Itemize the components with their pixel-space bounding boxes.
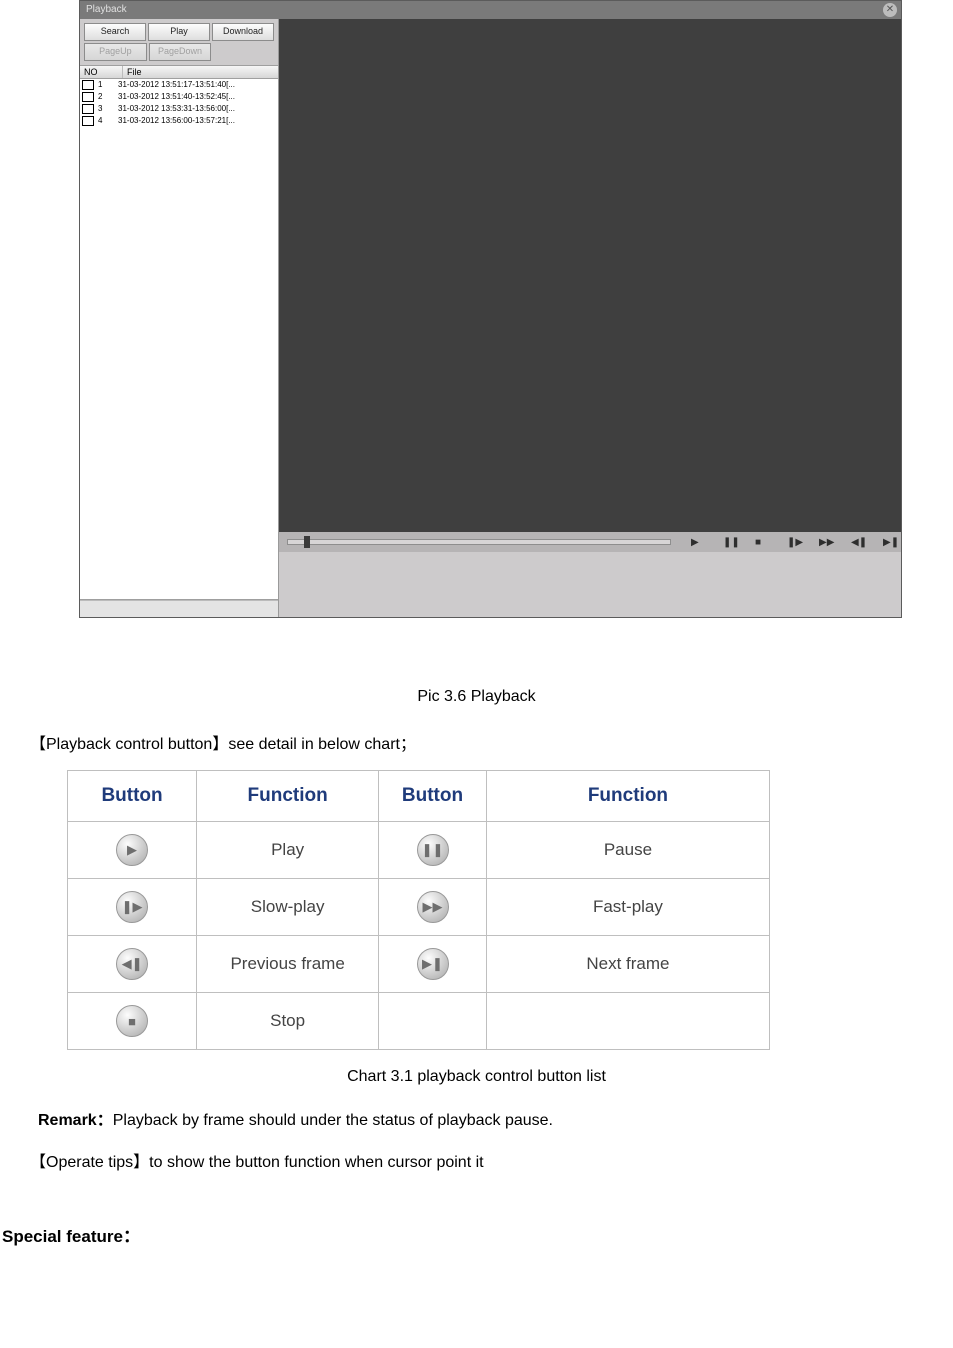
- th-function: Function: [486, 771, 769, 822]
- th-button: Button: [68, 771, 197, 822]
- row-file: 31-03-2012 13:51:17-13:51:40[...: [118, 79, 278, 91]
- file-list-header: NO File: [80, 65, 278, 79]
- row-no: 2: [96, 91, 118, 103]
- pause-icon: ❚❚: [417, 834, 449, 866]
- table-row: ▶ Play ❚❚ Pause: [68, 822, 770, 879]
- func-cell: Stop: [197, 993, 379, 1050]
- checkbox-icon[interactable]: [82, 116, 94, 126]
- col-file: File: [123, 66, 278, 78]
- section-label: 【Playback control button】see detail in b…: [30, 730, 923, 754]
- empty-cell: [486, 993, 769, 1050]
- row-no: 3: [96, 103, 118, 115]
- func-cell: Previous frame: [197, 936, 379, 993]
- checkbox-icon[interactable]: [82, 92, 94, 102]
- remark-text: Playback by frame should under the statu…: [113, 1112, 553, 1129]
- row-file: 31-03-2012 13:51:40-13:52:45[...: [118, 91, 278, 103]
- func-cell: Fast-play: [486, 879, 769, 936]
- checkbox-icon[interactable]: [82, 104, 94, 114]
- stop-icon[interactable]: ■: [755, 537, 765, 547]
- slow-icon: ❚▶: [116, 891, 148, 923]
- func-cell: Slow-play: [197, 879, 379, 936]
- stop-icon: ■: [116, 1005, 148, 1037]
- playback-toolbar: ▶ ❚❚ ■ ❚▶ ▶▶ ◀❚ ▶❚: [279, 532, 901, 552]
- th-button: Button: [379, 771, 487, 822]
- fast-icon[interactable]: ▶▶: [819, 537, 829, 547]
- playback-window: Playback ✕ Search Play Download PageUp P…: [79, 0, 902, 618]
- prev-frame-icon: ◀❚: [116, 948, 148, 980]
- pageup-button[interactable]: PageUp: [84, 43, 147, 61]
- table-row: ■ Stop: [68, 993, 770, 1050]
- row-no: 4: [96, 115, 118, 127]
- remark-line: Remark：Playback by frame should under th…: [38, 1106, 923, 1130]
- table-row: ❚▶ Slow-play ▶▶ Fast-play: [68, 879, 770, 936]
- func-cell: Pause: [486, 822, 769, 879]
- slider-thumb-icon[interactable]: [304, 536, 310, 548]
- download-button[interactable]: Download: [212, 23, 274, 41]
- pagedown-button[interactable]: PageDown: [149, 43, 212, 61]
- left-panel: Search Play Download PageUp PageDown NO …: [80, 19, 279, 617]
- play-icon[interactable]: ▶: [691, 537, 701, 547]
- table-row: ◀❚ Previous frame ▶❚ Next frame: [68, 936, 770, 993]
- checkbox-icon[interactable]: [82, 80, 94, 90]
- play-icon: ▶: [116, 834, 148, 866]
- col-no: NO: [80, 66, 123, 78]
- left-footer: [80, 600, 278, 617]
- prev-frame-icon[interactable]: ◀❚: [851, 537, 861, 547]
- func-cell: Next frame: [486, 936, 769, 993]
- table-caption: Chart 3.1 playback control button list: [30, 1068, 923, 1086]
- func-cell: Play: [197, 822, 379, 879]
- figure-caption: Pic 3.6 Playback: [30, 688, 923, 706]
- file-list: 1 31-03-2012 13:51:17-13:51:40[... 2 31-…: [80, 79, 278, 600]
- list-item[interactable]: 2 31-03-2012 13:51:40-13:52:45[...: [80, 91, 278, 103]
- next-frame-icon[interactable]: ▶❚: [883, 537, 893, 547]
- progress-slider[interactable]: [287, 539, 671, 545]
- fast-icon: ▶▶: [417, 891, 449, 923]
- video-viewport: [279, 19, 901, 532]
- operate-tips: 【Operate tips】to show the button functio…: [30, 1148, 923, 1172]
- row-no: 1: [96, 79, 118, 91]
- next-frame-icon: ▶❚: [417, 948, 449, 980]
- pause-icon[interactable]: ❚❚: [723, 537, 733, 547]
- button-function-table: Button Function Button Function ▶ Play ❚…: [67, 770, 770, 1050]
- bottom-strip: [279, 552, 901, 617]
- list-item[interactable]: 3 31-03-2012 13:53:31-13:56:00[...: [80, 103, 278, 115]
- play-button[interactable]: Play: [148, 23, 210, 41]
- remark-label: Remark：: [38, 1112, 113, 1129]
- list-item[interactable]: 4 31-03-2012 13:56:00-13:57:21[...: [80, 115, 278, 127]
- slow-icon[interactable]: ❚▶: [787, 537, 797, 547]
- close-icon[interactable]: ✕: [883, 3, 897, 17]
- row-file: 31-03-2012 13:56:00-13:57:21[...: [118, 115, 278, 127]
- empty-cell: [379, 993, 487, 1050]
- row-file: 31-03-2012 13:53:31-13:56:00[...: [118, 103, 278, 115]
- window-title: Playback: [86, 4, 127, 15]
- list-item[interactable]: 1 31-03-2012 13:51:17-13:51:40[...: [80, 79, 278, 91]
- special-feature-heading: Special feature：: [2, 1222, 923, 1247]
- window-titlebar: Playback ✕: [80, 1, 901, 19]
- search-button[interactable]: Search: [84, 23, 146, 41]
- th-function: Function: [197, 771, 379, 822]
